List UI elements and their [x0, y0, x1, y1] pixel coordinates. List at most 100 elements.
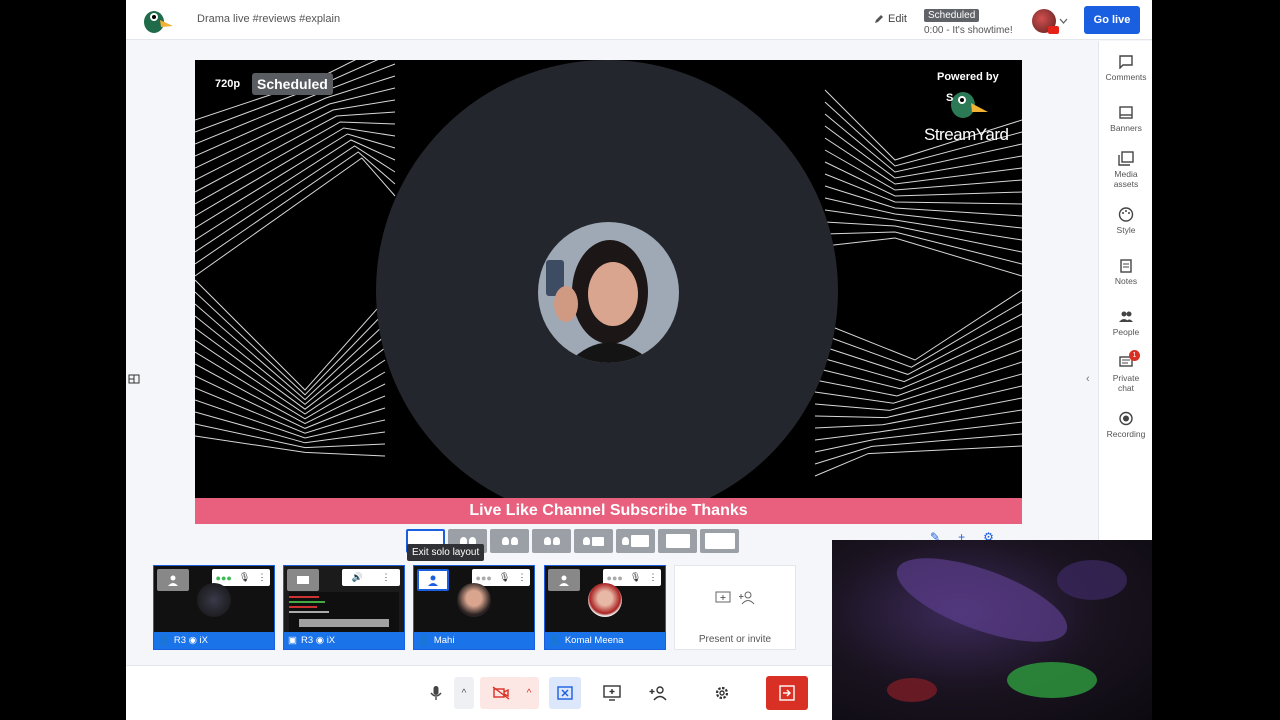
- avatar: [1032, 9, 1059, 34]
- person-icon: 👤: [158, 635, 170, 646]
- sidebar-item-private-chat[interactable]: 1 Private chat: [1099, 350, 1152, 393]
- comment-icon: [1119, 55, 1133, 69]
- sidebar-item-comments[interactable]: Comments: [1099, 54, 1152, 82]
- participant-tile[interactable]: ●●● 🎙 ⋮ 👤 Komal Meena: [544, 565, 666, 650]
- background-line: [195, 121, 396, 425]
- sidebar-item-label: Style: [1116, 225, 1136, 235]
- participant-avatar: [197, 583, 231, 617]
- youtube-icon: [1048, 26, 1059, 34]
- edit-label: Edit: [888, 13, 907, 25]
- sidebar-item-people[interactable]: People: [1099, 309, 1152, 337]
- mic-icon: [430, 686, 442, 700]
- background-line: [814, 149, 1022, 397]
- background-line: [814, 237, 1022, 477]
- participant-name: Mahi: [433, 635, 455, 646]
- layout-screen-small[interactable]: [574, 529, 613, 553]
- camera-button[interactable]: [480, 677, 522, 709]
- sidebar-item-notes[interactable]: Notes: [1099, 258, 1152, 286]
- go-live-button[interactable]: Go live: [1084, 6, 1140, 34]
- invite-guests-button[interactable]: [642, 677, 674, 709]
- chevron-left-icon[interactable]: ‹: [1086, 373, 1090, 385]
- chevron-down-icon: [1059, 18, 1068, 24]
- person-icon: 👤: [418, 635, 430, 646]
- add-to-stage-icon[interactable]: [548, 569, 580, 591]
- share-screen-button[interactable]: [596, 677, 628, 709]
- chevron-up-icon: ^: [526, 687, 532, 699]
- remove-from-stage-icon[interactable]: [417, 569, 449, 591]
- mic-options-button[interactable]: ^: [454, 677, 474, 709]
- person-icon: 👤: [549, 635, 561, 646]
- participant-name: Komal Meena: [564, 635, 624, 646]
- sidebar-item-label: Comments: [1105, 72, 1147, 82]
- sidebar-item-style[interactable]: Style: [1099, 207, 1152, 235]
- present-or-invite-button[interactable]: Present or invite: [674, 565, 796, 650]
- participant-tile-screen[interactable]: 🔊 ⋮ ▣ R3 ◉ iX: [283, 565, 405, 650]
- participant-tile[interactable]: ●●● 🎙 ⋮ 👤 R3 ◉ iX: [153, 565, 275, 650]
- sidebar-item-label: Recording: [1106, 429, 1146, 439]
- add-to-stage-icon[interactable]: [157, 569, 189, 591]
- participant-tile-on-stage[interactable]: ●●● 🎙 ⋮ 👤 Mahi: [413, 565, 535, 650]
- tile-controls: 🔊 ⋮: [342, 569, 400, 586]
- add-to-stage-icon[interactable]: [287, 569, 319, 591]
- mic-icon[interactable]: 🎙: [630, 572, 641, 583]
- participant-name: R3 ◉ iX: [173, 635, 209, 646]
- person-add-icon: [739, 591, 755, 605]
- mic-icon[interactable]: 🎙: [499, 572, 510, 583]
- settings-button[interactable]: [706, 677, 738, 709]
- sidebar-item-label: Banners: [1110, 123, 1142, 133]
- mic-button[interactable]: [422, 677, 450, 709]
- more-icon[interactable]: ⋮: [517, 572, 526, 583]
- destination-avatar-button[interactable]: [1032, 9, 1068, 34]
- participant-name-bar: 👤 Komal Meena: [545, 632, 665, 649]
- camera-options-button[interactable]: ^: [519, 677, 539, 709]
- participant-name-bar: 👤 Mahi: [414, 632, 534, 649]
- status-badge: Scheduled: [924, 9, 980, 22]
- sidebar-item-media-assets[interactable]: Media assets: [1099, 151, 1152, 189]
- background-line: [195, 139, 396, 439]
- participant-avatar: [588, 583, 622, 617]
- volume-icon[interactable]: 🔊: [351, 572, 362, 583]
- mic-icon[interactable]: 🎙: [239, 572, 250, 583]
- screen-share-icon: [603, 685, 621, 701]
- more-icon[interactable]: ⋮: [257, 572, 266, 583]
- person-add-icon: [649, 686, 667, 701]
- layout-screen-pip[interactable]: [658, 529, 697, 553]
- layout-panel-icon[interactable]: [128, 373, 140, 385]
- svg-text:S: S: [946, 92, 953, 104]
- more-icon[interactable]: ⋮: [648, 572, 657, 583]
- present-label: Present or invite: [698, 634, 772, 645]
- sidebar-item-label: Private chat: [1112, 373, 1140, 393]
- layout-group[interactable]: [490, 529, 529, 553]
- audio-level-icon: ●●●: [475, 572, 492, 583]
- palette-icon: [1118, 207, 1134, 222]
- record-icon: [1119, 411, 1133, 426]
- screen-add-icon: [715, 591, 731, 603]
- sidebar-item-label: Notes: [1114, 276, 1138, 286]
- banner-icon: [1119, 106, 1133, 119]
- more-icon[interactable]: ⋮: [382, 572, 391, 583]
- media-icon: [1118, 151, 1134, 166]
- layout-screen-thin[interactable]: [616, 529, 655, 553]
- layout-leader[interactable]: [532, 529, 571, 553]
- participant-name: R3 ◉ iX: [300, 635, 336, 646]
- notes-icon: [1120, 259, 1132, 273]
- leave-studio-button[interactable]: [766, 676, 808, 710]
- streamyard-duck-logo[interactable]: [142, 6, 174, 34]
- sidebar-item-banners[interactable]: Banners: [1099, 105, 1152, 133]
- background-line: [195, 87, 396, 410]
- screen-share-preview: [289, 592, 399, 632]
- streamyard-logo: S: [946, 92, 988, 118]
- background-line: [195, 145, 396, 444]
- edit-button[interactable]: Edit: [874, 13, 907, 25]
- background-line: [814, 137, 1022, 390]
- broadcast-title[interactable]: Drama live #reviews #explain: [197, 13, 340, 25]
- camera-off-icon: [492, 686, 510, 700]
- powered-by-text: Powered by: [937, 71, 999, 83]
- audio-level-icon: ●●●: [606, 572, 623, 583]
- background-line: [814, 209, 1022, 441]
- layout-screen-full[interactable]: [700, 529, 739, 553]
- hide-self-button[interactable]: [549, 677, 581, 709]
- background-line: [195, 133, 396, 434]
- sidebar-item-recording[interactable]: Recording: [1099, 411, 1152, 439]
- background-line: [195, 151, 396, 449]
